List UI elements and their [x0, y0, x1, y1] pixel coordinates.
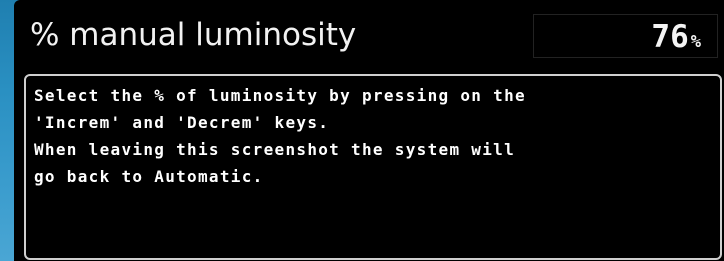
instruction-line: 'Increm' and 'Decrem' keys.	[34, 113, 330, 132]
instruction-line: When leaving this screenshot the system …	[34, 140, 516, 159]
luminosity-percent-unit: %	[690, 32, 701, 52]
luminosity-value-display: 76%	[533, 14, 718, 58]
instructions-box: Select the % of luminosity by pressing o…	[24, 74, 722, 260]
instruction-line: go back to Automatic.	[34, 167, 264, 186]
luminosity-percent-number: 76	[651, 19, 689, 55]
panel-header: % manual luminosity 76%	[14, 6, 724, 64]
luminosity-panel: % manual luminosity 76% Select the % of …	[14, 0, 724, 261]
instruction-line: Select the % of luminosity by pressing o…	[34, 86, 526, 105]
page-title: % manual luminosity	[30, 17, 357, 53]
luminosity-value: 76%	[651, 15, 701, 64]
